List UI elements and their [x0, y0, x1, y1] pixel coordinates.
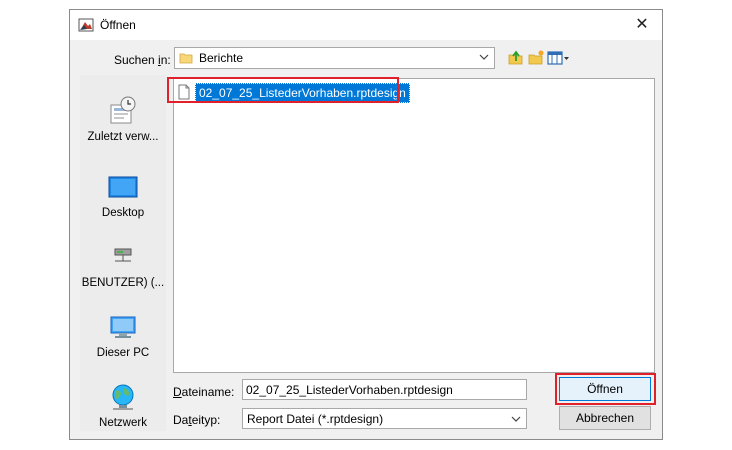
file-list[interactable]: 02_07_25_ListederVorhaben.rptdesign [173, 78, 655, 373]
close-icon: ✕ [635, 16, 649, 33]
lookin-label: Suchen in: [114, 53, 171, 67]
java-cup-icon [78, 18, 94, 32]
computer-icon [110, 316, 136, 338]
filetype-label: Dateityp: [173, 413, 221, 427]
place-label: Zuletzt verw... [87, 131, 159, 143]
places-bar: Zuletzt verw... Desktop BENUTZER) (... D… [80, 75, 166, 431]
view-menu-button[interactable] [547, 49, 571, 67]
folder-up-button[interactable] [507, 49, 525, 67]
place-desktop[interactable]: Desktop [80, 171, 166, 219]
globe-icon [112, 384, 134, 410]
folder-up-icon [508, 50, 523, 65]
view-menu-icon [547, 51, 569, 65]
lookin-value: Berichte [199, 51, 244, 65]
cancel-button[interactable]: Abbrechen [559, 406, 651, 430]
document-icon [178, 84, 190, 100]
place-label: Dieser PC [96, 347, 150, 359]
desktop-icon [108, 176, 138, 198]
file-name: 02_07_25_ListederVorhaben.rptdesign [195, 83, 410, 103]
place-network[interactable]: Netzwerk [80, 381, 166, 429]
title-bar: Öffnen ✕ [70, 10, 662, 40]
recent-icon [110, 96, 136, 124]
filetype-value: Report Datei (*.rptdesign) [247, 412, 384, 426]
place-label: BENUTZER) (... [81, 277, 165, 289]
filename-label: Dateiname: [173, 385, 235, 399]
folder-icon [179, 53, 193, 64]
place-label: Netzwerk [99, 417, 147, 429]
lookin-combo[interactable]: Berichte [174, 47, 495, 69]
place-label: Desktop [101, 207, 145, 219]
new-folder-button[interactable] [527, 49, 545, 67]
new-folder-icon [528, 50, 544, 65]
place-this-pc[interactable]: Dieser PC [80, 311, 166, 359]
place-network-drive[interactable]: BENUTZER) (... [80, 241, 166, 289]
filetype-select[interactable]: Report Datei (*.rptdesign) [242, 408, 527, 429]
open-dialog: Öffnen ✕ Suchen in: Berichte Zuletzt ver… [69, 9, 663, 440]
network-drive-icon [114, 248, 132, 262]
open-button[interactable]: Öffnen [559, 377, 651, 401]
filename-input[interactable] [242, 379, 527, 400]
close-button[interactable]: ✕ [622, 10, 662, 40]
chevron-down-icon [511, 416, 521, 422]
chevron-down-icon [479, 54, 489, 60]
place-recent[interactable]: Zuletzt verw... [80, 95, 166, 143]
window-title: Öffnen [100, 18, 136, 32]
